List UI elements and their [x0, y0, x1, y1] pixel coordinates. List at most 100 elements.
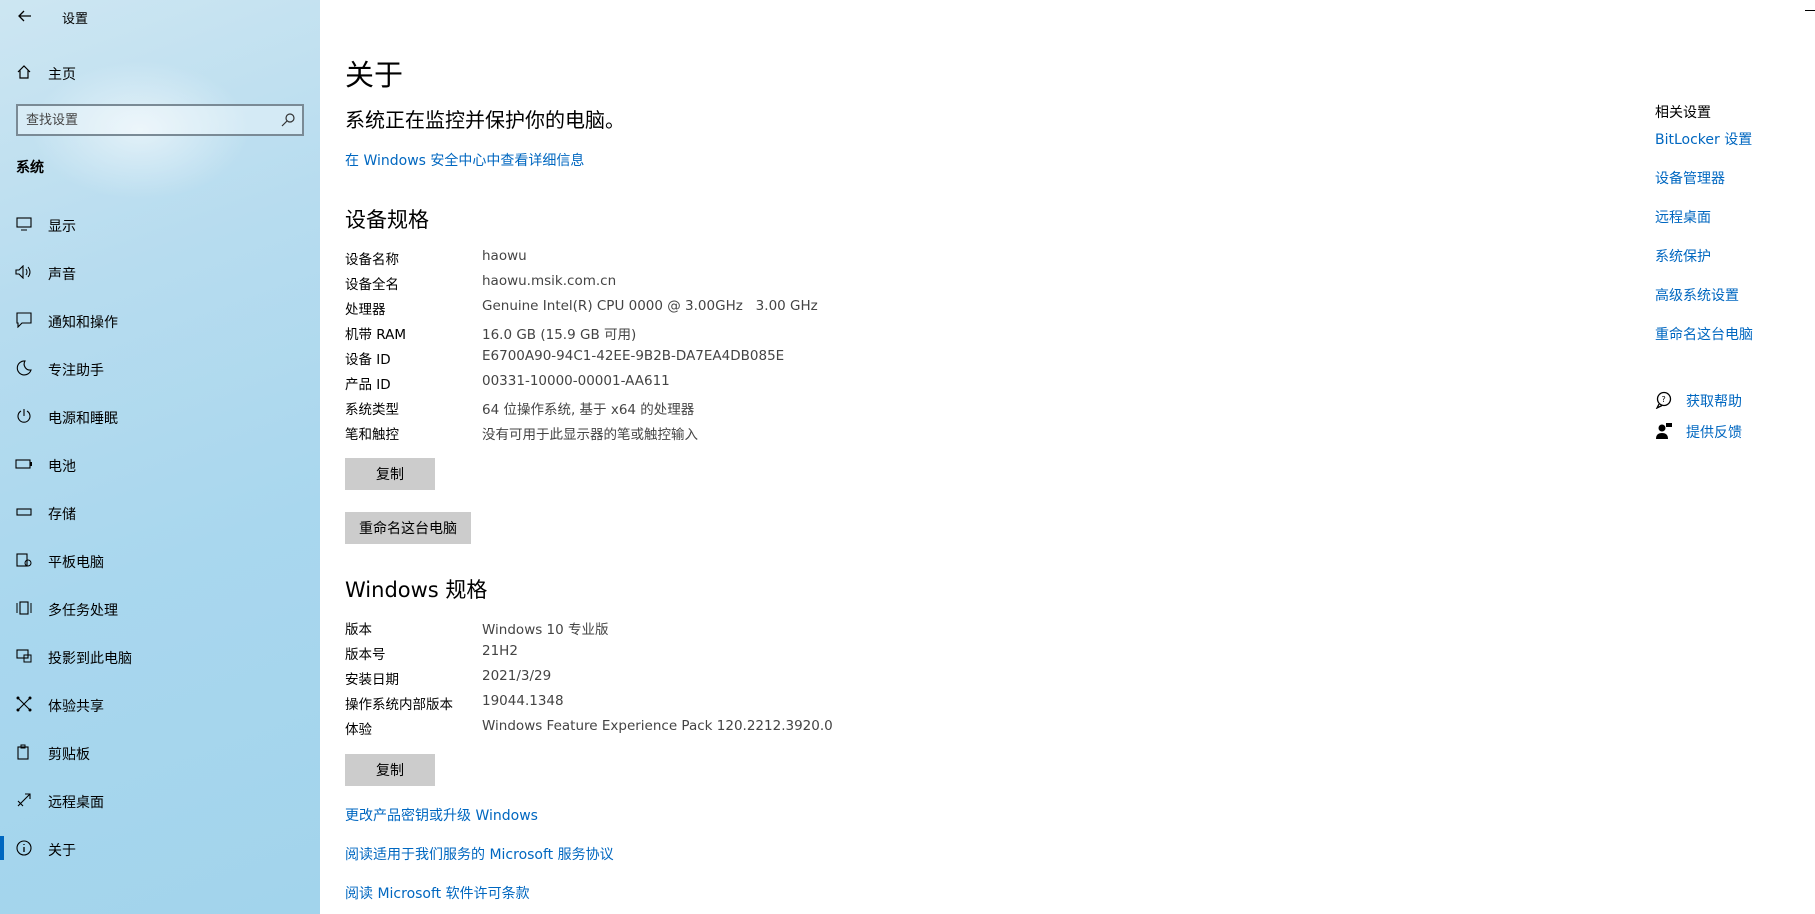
- sidebar-item-project[interactable]: 投影到此电脑: [0, 642, 320, 690]
- advanced-system-settings-link[interactable]: 高级系统设置: [1655, 285, 1739, 305]
- system-protection-link[interactable]: 系统保护: [1655, 246, 1711, 266]
- spec-key: 机带 RAM: [345, 327, 407, 343]
- sidebar-item-power[interactable]: 电源和睡眠: [0, 402, 320, 450]
- search-input[interactable]: [26, 111, 266, 129]
- device-spec-heading: 设备规格: [345, 208, 429, 232]
- rename-pc-link[interactable]: 重命名这台电脑: [1655, 324, 1753, 344]
- minimize-button[interactable]: [1805, 10, 1815, 11]
- spec-value: Windows Feature Experience Pack 120.2212…: [482, 718, 833, 734]
- sidebar-item-label: 电池: [48, 459, 76, 475]
- spec-row: 系统类型 64 位操作系统, 基于 x64 的处理器: [345, 398, 818, 423]
- spec-value: haowu.msik.com.cn: [482, 273, 617, 289]
- tablet-icon: [14, 550, 34, 570]
- device-spec-table: 设备名称 haowu 设备全名 haowu.msik.com.cn 处理器 Genui…: [345, 248, 818, 448]
- spec-key: 设备 ID: [345, 352, 391, 368]
- spec-value: 没有可用于此显示器的笔或触控输入: [482, 427, 698, 443]
- sidebar-item-label: 通知和操作: [48, 315, 118, 331]
- copy-device-spec-button[interactable]: 复制: [345, 458, 435, 490]
- change-product-key-link[interactable]: 更改产品密钥或升级 Windows: [345, 805, 538, 825]
- spec-row: 产品 ID 00331-10000-00001-AA611: [345, 373, 818, 398]
- spec-value: 19044.1348: [482, 693, 564, 709]
- sidebar-item-shared-experiences[interactable]: 体验共享: [0, 690, 320, 738]
- sidebar-item-multitasking[interactable]: 多任务处理: [0, 594, 320, 642]
- spec-key: 笔和触控: [345, 427, 399, 443]
- share-icon: [14, 694, 34, 714]
- sidebar-item-display[interactable]: 显示: [0, 210, 320, 258]
- sound-icon: [14, 262, 34, 282]
- sidebar-item-label: 多任务处理: [48, 603, 118, 619]
- home-icon: [14, 62, 34, 82]
- search-icon[interactable]: [280, 112, 296, 128]
- project-icon: [14, 646, 34, 666]
- remote-icon: [14, 790, 34, 810]
- sidebar-item-remote-desktop[interactable]: 远程桌面: [0, 786, 320, 834]
- bitlocker-settings-link[interactable]: BitLocker 设置: [1655, 129, 1752, 149]
- windows-spec-heading: Windows 规格: [345, 578, 488, 602]
- spec-row: 设备 ID E6700A90-94C1-42EE-9B2B-DA7EA4DB085…: [345, 348, 818, 373]
- sidebar-nav: 显示 声音 通知和操作 专注助手 电源和睡眠 电池 存储 平板电脑 多任务处理 …: [0, 210, 320, 882]
- spec-value: 00331-10000-00001-AA611: [482, 373, 670, 389]
- get-help-link[interactable]: ? 获取帮助: [1655, 390, 1815, 412]
- security-center-link[interactable]: 在 Windows 安全中心中查看详细信息: [345, 150, 584, 170]
- related-settings-heading: 相关设置: [1655, 105, 1711, 121]
- sidebar-item-label: 剪贴板: [48, 747, 90, 763]
- sidebar-item-label: 主页: [48, 67, 76, 83]
- notification-icon: [14, 310, 34, 330]
- sidebar-item-home[interactable]: 主页: [0, 58, 320, 86]
- spec-value: Windows 10 专业版: [482, 622, 609, 638]
- sidebar-item-label: 电源和睡眠: [48, 411, 118, 427]
- back-arrow-icon: [18, 10, 31, 22]
- spec-key: 操作系统内部版本: [345, 697, 453, 713]
- rename-pc-button[interactable]: 重命名这台电脑: [345, 512, 471, 544]
- spec-row: 设备名称 haowu: [345, 248, 818, 273]
- sidebar-item-tablet[interactable]: 平板电脑: [0, 546, 320, 594]
- service-agreement-link[interactable]: 阅读适用于我们服务的 Microsoft 服务协议: [345, 844, 614, 864]
- device-manager-link[interactable]: 设备管理器: [1655, 168, 1725, 188]
- clipboard-icon: [14, 742, 34, 762]
- give-feedback-link[interactable]: 提供反馈: [1655, 421, 1815, 443]
- sidebar-item-focus-assist[interactable]: 专注助手: [0, 354, 320, 402]
- help-chat-icon: ?: [1655, 391, 1672, 409]
- spec-row: 版本 Windows 10 专业版: [345, 618, 833, 643]
- sidebar-item-label: 体验共享: [48, 699, 104, 715]
- spec-value: 16.0 GB (15.9 GB 可用): [482, 327, 637, 343]
- storage-icon: [14, 502, 34, 522]
- spec-value: Genuine Intel(R) CPU 0000 @ 3.00GHz 3.00…: [482, 298, 818, 314]
- sidebar: 设置 主页 系统 显示 声音 通知和操作 专注助手: [0, 0, 320, 914]
- spec-row: 安装日期 2021/3/29: [345, 668, 833, 693]
- sidebar-item-sound[interactable]: 声音: [0, 258, 320, 306]
- sidebar-item-storage[interactable]: 存储: [0, 498, 320, 546]
- sidebar-item-label: 存储: [48, 507, 76, 523]
- spec-value: 64 位操作系统, 基于 x64 的处理器: [482, 402, 695, 418]
- sidebar-item-label: 远程桌面: [48, 795, 104, 811]
- svg-text:?: ?: [1662, 395, 1666, 404]
- copy-windows-spec-button[interactable]: 复制: [345, 754, 435, 786]
- spec-row: 操作系统内部版本 19044.1348: [345, 693, 833, 718]
- license-terms-link[interactable]: 阅读 Microsoft 软件许可条款: [345, 883, 530, 903]
- spec-key: 设备名称: [345, 252, 399, 268]
- spec-key: 设备全名: [345, 277, 399, 293]
- sidebar-item-clipboard[interactable]: 剪贴板: [0, 738, 320, 786]
- sidebar-item-label: 专注助手: [48, 363, 104, 379]
- spec-row: 版本号 21H2: [345, 643, 833, 668]
- spec-value: 21H2: [482, 643, 518, 659]
- sidebar-item-battery[interactable]: 电池: [0, 450, 320, 498]
- spec-key: 版本号: [345, 647, 386, 663]
- spec-key: 处理器: [345, 302, 386, 318]
- windows-spec-table: 版本 Windows 10 专业版 版本号 21H2 安装日期 2021/3/29 操…: [345, 618, 833, 743]
- remote-desktop-link[interactable]: 远程桌面: [1655, 207, 1711, 227]
- spec-row: 笔和触控 没有可用于此显示器的笔或触控输入: [345, 423, 818, 448]
- spec-key: 安装日期: [345, 672, 399, 688]
- sidebar-item-label: 显示: [48, 219, 76, 235]
- sidebar-item-label: 声音: [48, 267, 76, 283]
- sidebar-group-label: 系统: [16, 160, 44, 176]
- search-box[interactable]: [16, 104, 304, 136]
- back-button[interactable]: [14, 6, 36, 26]
- sidebar-item-about[interactable]: 关于: [0, 834, 320, 882]
- sidebar-item-notifications[interactable]: 通知和操作: [0, 306, 320, 354]
- sidebar-item-label: 平板电脑: [48, 555, 104, 571]
- app-title: 设置: [62, 12, 89, 27]
- get-help-label: 获取帮助: [1686, 394, 1742, 410]
- spec-row: 处理器 Genuine Intel(R) CPU 0000 @ 3.00GHz 3…: [345, 298, 818, 323]
- sidebar-item-label: 投影到此电脑: [48, 651, 132, 667]
